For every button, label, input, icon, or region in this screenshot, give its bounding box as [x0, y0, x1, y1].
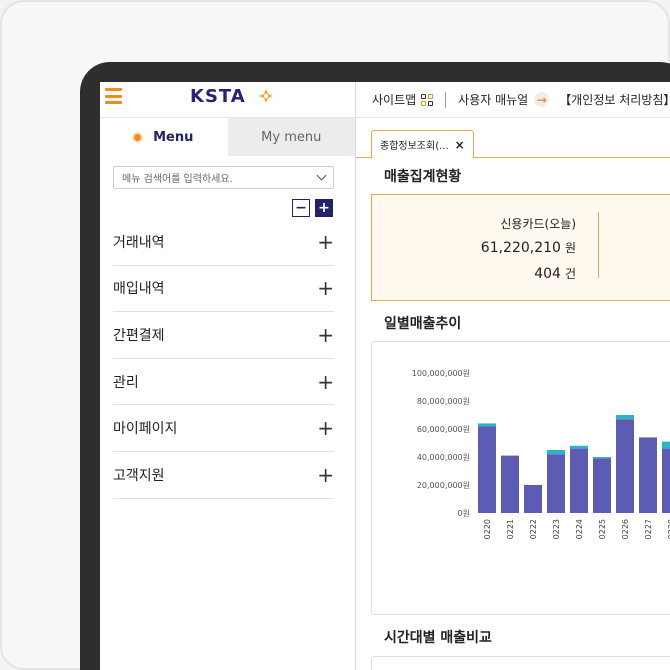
bar-0226-s1[interactable]: [616, 415, 634, 420]
arrow-right-icon: →: [534, 92, 550, 107]
bar-0225-s0[interactable]: [593, 458, 611, 513]
tab-overview-label: 종합정보조회(...: [380, 141, 449, 152]
chevron-down-icon: [316, 170, 327, 181]
daily-sales-chart: 100,000,000원 80,000,000원 60,000,000원 40,000…: [371, 341, 670, 615]
sitemap-link[interactable]: 사이트맵: [372, 91, 434, 108]
privacy-policy-label: 【개인정보 처리방침】: [559, 93, 670, 107]
nav-item-transactions[interactable]: 거래내역 +: [113, 219, 334, 266]
amount-unit: 원: [564, 241, 576, 255]
page-tab-bar: 종합정보조회(... ×: [356, 118, 670, 159]
bar-0221-s0[interactable]: [501, 455, 519, 513]
nav-item-label: 매입내역: [113, 281, 165, 298]
x-tick-label: 0223: [552, 519, 561, 539]
summary-count: 404 건: [372, 265, 576, 282]
hourly-sales-chart: [371, 656, 670, 670]
y-tick-label: 100,000,000원: [412, 369, 470, 378]
bar-0223-s0[interactable]: [547, 454, 565, 513]
section-title-hourly: 시간대별 매출비교: [384, 630, 492, 646]
plus-icon: +: [317, 276, 334, 301]
ksta-logo[interactable]: KSTA: [190, 86, 246, 107]
amount-value: 61,220,210: [480, 240, 561, 256]
summary-label: 신용카드(오늘): [500, 217, 576, 231]
sidebar: KSTA Menu My menu 메뉴 검색어를 입력하세요. − + 거래내…: [100, 82, 356, 670]
bar-0225-s1[interactable]: [593, 457, 611, 459]
x-tick-label: 0222: [529, 519, 538, 539]
y-tick-label: 80,000,000원: [417, 397, 470, 406]
nav-item-management[interactable]: 관리 +: [113, 359, 334, 406]
hamburger-menu-icon[interactable]: [105, 88, 122, 105]
section-title-daily: 일별매출추이: [384, 316, 462, 332]
y-tick-label: 20,000,000원: [417, 481, 470, 490]
sitemap-icon: [421, 93, 434, 106]
close-icon[interactable]: ×: [455, 138, 465, 152]
x-tick-label: 0224: [575, 519, 584, 539]
nav-item-purchases[interactable]: 매입내역 +: [113, 266, 334, 313]
nav-item-label: 간편결제: [113, 327, 165, 344]
bar-0220-s1[interactable]: [478, 423, 496, 427]
x-tick-label: 0220: [483, 519, 492, 539]
divider: [445, 91, 447, 108]
top-bar: 사이트맵 사용자 매뉴얼 → 【개인정보 처리방침】: [356, 82, 670, 118]
app-screen: KSTA Menu My menu 메뉴 검색어를 입력하세요. − + 거래내…: [100, 82, 670, 670]
nav-item-support[interactable]: 고객지원 +: [113, 452, 334, 499]
plus-icon: +: [317, 369, 334, 394]
bar-0227-s0[interactable]: [639, 437, 657, 513]
count-unit: 건: [564, 267, 576, 281]
nav-item-label: 고객지원: [113, 467, 165, 484]
nav-item-easy-pay[interactable]: 간편결제 +: [113, 312, 334, 359]
bar-0226-s0[interactable]: [616, 419, 634, 513]
expand-all-button[interactable]: +: [315, 199, 333, 217]
daily-sales-chart-svg: 100,000,000원 80,000,000원 60,000,000원 40,000…: [412, 369, 670, 539]
menu-search-placeholder: 메뉴 검색어를 입력하세요.: [122, 174, 233, 185]
logo-bar: KSTA: [100, 82, 355, 118]
collapse-all-button[interactable]: −: [292, 199, 310, 217]
bar-0224-s1[interactable]: [570, 445, 588, 449]
sitemap-label: 사이트맵: [372, 93, 417, 107]
user-manual-label: 사용자 매뉴얼: [458, 93, 529, 107]
bar-0222-s0[interactable]: [524, 485, 542, 513]
x-tick-label: 0221: [506, 519, 515, 539]
active-dot-icon: [134, 133, 142, 141]
count-value: 404: [534, 266, 561, 282]
bar-0223-s1[interactable]: [547, 450, 565, 455]
bar-0224-s0[interactable]: [570, 448, 588, 513]
plus-icon: +: [317, 416, 334, 441]
bar-0220-s0[interactable]: [478, 426, 496, 513]
bar-0228-s0[interactable]: [662, 448, 670, 513]
nav-item-label: 거래내역: [113, 234, 165, 251]
privacy-policy-link[interactable]: 【개인정보 처리방침】: [559, 91, 670, 108]
user-manual-link[interactable]: 사용자 매뉴얼 →: [458, 91, 550, 108]
plus-icon: +: [317, 322, 334, 347]
x-tick-label: 0225: [598, 519, 607, 539]
y-tick-label: 0원: [458, 509, 470, 518]
nav-item-my-page[interactable]: 마이페이지 +: [113, 405, 334, 452]
summary-amount: 61,220,210 원: [372, 239, 576, 256]
logo-mark-icon: [259, 89, 273, 103]
x-tick-label: 0226: [621, 519, 630, 539]
tab-my-menu-label: My menu: [261, 129, 322, 145]
y-tick-label: 60,000,000원: [417, 425, 470, 434]
tab-overview[interactable]: 종합정보조회(... ×: [371, 130, 474, 159]
nav-item-label: 관리: [113, 374, 139, 391]
section-title-sales: 매출집계현황: [384, 169, 462, 185]
tab-menu[interactable]: Menu: [100, 118, 228, 156]
nav-list: 거래내역 + 매입내역 + 간편결제 + 관리 + 마이페이지 + 고객지원 +: [113, 219, 334, 499]
tab-menu-label: Menu: [153, 129, 194, 145]
menu-search-select[interactable]: 메뉴 검색어를 입력하세요.: [113, 166, 334, 189]
tab-my-menu[interactable]: My menu: [227, 118, 355, 156]
x-tick-label: 0227: [644, 519, 653, 539]
collapse-controls: − +: [292, 199, 333, 217]
bar-0228-s1[interactable]: [662, 441, 670, 449]
main-content: 종합정보조회(... × 매출집계현황 신용카드(오늘) 61,220,210 원…: [356, 118, 670, 670]
plus-icon: +: [317, 462, 334, 487]
summary-divider: [598, 212, 599, 278]
plus-icon: +: [317, 229, 334, 254]
menu-tabs: Menu My menu: [100, 118, 355, 156]
nav-item-label: 마이페이지: [113, 421, 178, 438]
sales-summary-card: 신용카드(오늘) 61,220,210 원 404 건: [371, 194, 670, 301]
y-tick-label: 40,000,000원: [417, 453, 470, 462]
